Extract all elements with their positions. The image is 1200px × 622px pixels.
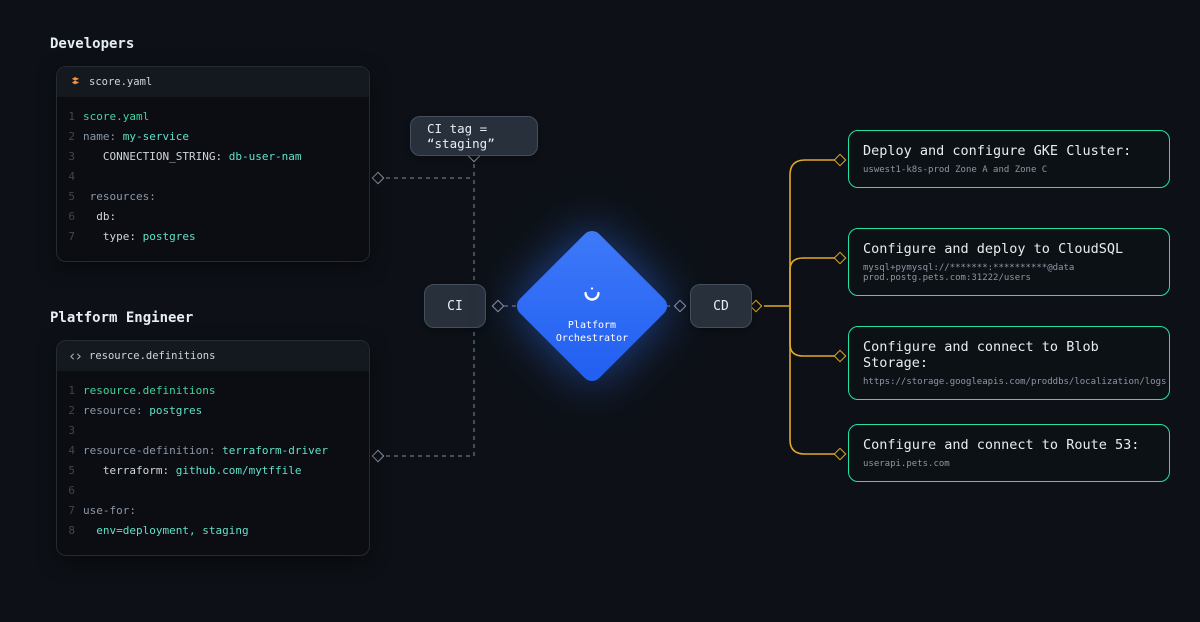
editor-tab-label: score.yaml bbox=[89, 76, 152, 88]
output-card-gke: Deploy and configure GKE Cluster: uswest… bbox=[848, 130, 1170, 188]
smile-icon bbox=[581, 283, 603, 309]
line-gutter: 12345678 bbox=[57, 381, 83, 541]
output-title: Configure and connect to Blob Storage: bbox=[863, 339, 1155, 371]
editor-tab-label: resource.definitions bbox=[89, 350, 215, 362]
ci-tag-node: CI tag = “staging” bbox=[410, 116, 538, 156]
line-gutter: 1234567 bbox=[57, 107, 83, 247]
ci-node: CI bbox=[424, 284, 486, 328]
editor-score-yaml: score.yaml 1234567 score.yaml name: my-s… bbox=[56, 66, 370, 262]
output-title: Deploy and configure GKE Cluster: bbox=[863, 143, 1155, 159]
code-lines: resource.definitions resource: postgres … bbox=[83, 381, 369, 541]
output-sub: uswest1-k8s-prod Zone A and Zone C bbox=[863, 165, 1155, 175]
output-card-route53: Configure and connect to Route 53: usera… bbox=[848, 424, 1170, 482]
orchestrator-label: PlatformOrchestrator bbox=[556, 319, 628, 345]
output-title: Configure and connect to Route 53: bbox=[863, 437, 1155, 453]
output-card-blob: Configure and connect to Blob Storage: h… bbox=[848, 326, 1170, 400]
section-title-platform-engineer: Platform Engineer bbox=[50, 310, 193, 326]
section-title-developers: Developers bbox=[50, 36, 134, 52]
output-title: Configure and deploy to CloudSQL bbox=[863, 241, 1155, 257]
editor-resource-definitions: resource.definitions 12345678 resource.d… bbox=[56, 340, 370, 556]
output-card-cloudsql: Configure and deploy to CloudSQL mysql+p… bbox=[848, 228, 1170, 296]
platform-orchestrator-node: PlatformOrchestrator bbox=[512, 226, 672, 386]
code-icon bbox=[69, 350, 81, 362]
output-sub: mysql+pymysql://*******:**********@data … bbox=[863, 263, 1155, 283]
code-lines: score.yaml name: my-service CONNECTION_S… bbox=[83, 107, 369, 247]
file-icon bbox=[69, 76, 81, 88]
output-sub: https://storage.googleapis.com/proddbs/l… bbox=[863, 377, 1155, 387]
cd-node: CD bbox=[690, 284, 752, 328]
output-sub: userapi.pets.com bbox=[863, 459, 1155, 469]
